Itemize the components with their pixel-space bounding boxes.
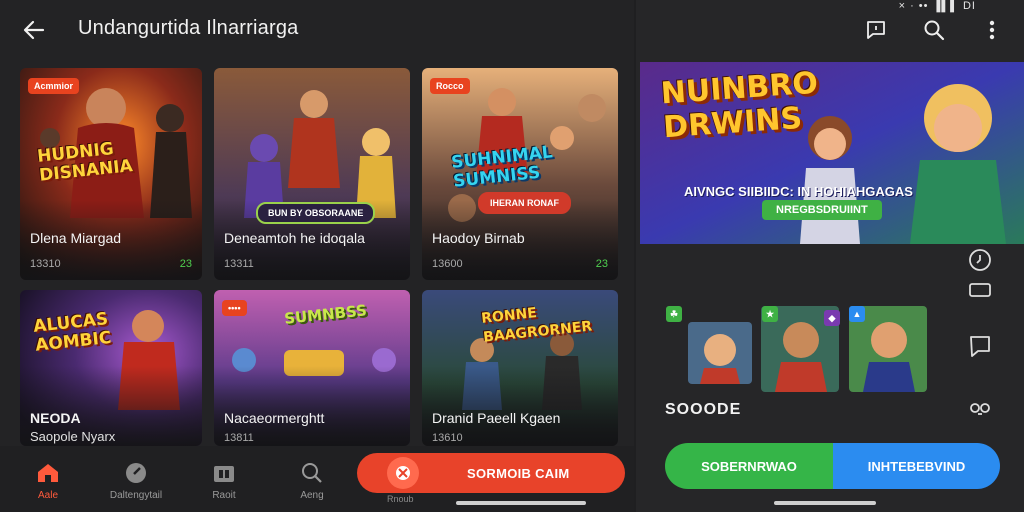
arrow-left-icon [23,20,45,40]
search-button[interactable] [918,14,950,46]
split-action-button: SOBERNRWAO INHTEBEBVIND [665,443,1000,489]
store-icon [211,460,237,486]
card-name: Nacaeormerghtt [224,410,325,426]
card-name: Deneamtoh he idoqala [224,230,365,246]
leaf-icon: ☘ [666,306,682,322]
card-pill: IHERAN RONAF [478,192,571,214]
chat-icon [867,21,885,39]
window-button[interactable] [964,276,996,304]
more-vertical-icon [989,20,995,40]
search-icon [299,460,325,486]
game-card[interactable]: Rocco SUHNIMAL SUMNISS IHERAN RONAF Haod… [422,68,618,280]
hero-subtitle: AIVNGC SIIBIIDC: IN HOHIAHGAGAS [684,184,913,199]
search-icon [924,20,945,41]
card-name: Haodoy Birnab [432,230,525,246]
game-card[interactable]: RONNE BAAGRORNER Dranid Paeell Kgaen 136… [422,290,618,446]
character-thumbnail[interactable] [688,322,752,384]
hero-title: NUINBRO DRWINS [660,66,822,146]
nav-label: Aeng [300,490,324,501]
group-icon [970,403,990,415]
group-button[interactable] [964,396,996,424]
top-actions [860,14,1008,46]
game-card[interactable]: BUN BY OBSORAANE Deneamtoh he idoqala 13… [214,68,410,280]
hero-pill: NREGBSDRUIINT [762,200,882,220]
top-app-bar: Undangurtida Ilnarriarga × · •• ▐▌▌ DI [0,0,1024,60]
home-indicator [774,501,876,505]
nav-label: Daltengytail [109,490,163,501]
claim-button[interactable]: SORMOIB CAIM [357,453,625,493]
app-title: Undangurtida Ilnarriarga [78,17,299,39]
card-name: Dranid Paeell Kgaen [432,410,561,426]
gift-icon [387,457,419,489]
window-icon [969,283,991,297]
secondary-action-button[interactable]: INHTEBEBVIND [833,443,1000,489]
gem-icon: ◆ [824,310,840,326]
star-icon: ★ [762,306,778,322]
compass-icon [123,460,149,486]
claim-button-label: SORMOIB CAIM [467,465,570,481]
hero-banner[interactable]: NUINBRO DRWINS AIVNGC SIIBIIDC: IN HOHIA… [640,62,1024,244]
back-button[interactable] [18,14,50,46]
card-badge: •••• [222,300,247,316]
card-meta-right: 23 [179,258,192,270]
nav-item-explore[interactable]: Daltengytail [96,460,176,501]
home-icon [35,460,61,486]
card-meta-right: 23 [595,258,608,270]
game-card[interactable]: Acmmior HUDNIG DISNANIA Dlena Miargad 13… [20,68,202,280]
card-meta: 13311 [224,258,254,270]
nav-item-store[interactable]: Raoit [184,460,264,501]
comment-icon [970,336,990,357]
card-name-secondary: Saopole Nyarx [30,429,116,444]
game-card[interactable]: ALUCAS AOMBIC NEODA Saopole Nyarx [20,290,202,446]
score-label: SOOODE [665,401,742,418]
nav-label: Raoit [212,490,236,501]
card-meta: 13811 [224,432,254,444]
nav-item-search[interactable]: Aeng [272,460,352,501]
timer-button[interactable] [964,246,996,274]
card-name: NEODA [30,410,81,426]
claim-sub-label: Rnoub [387,494,414,504]
clock-icon [969,249,991,271]
card-meta: 13600 [432,258,463,270]
character-art [688,322,752,384]
card-badge: Acmmior [28,78,80,94]
chat-button[interactable] [860,14,892,46]
home-indicator [456,501,586,505]
primary-action-button[interactable]: SOBERNRWAO [665,443,833,489]
card-pill: BUN BY OBSORAANE [256,202,376,224]
comment-button[interactable] [964,332,996,360]
shield-icon: ▲ [849,306,865,322]
nav-label: Aale [37,490,58,501]
card-meta: 13310 [30,258,61,270]
more-button[interactable] [976,14,1008,46]
game-card[interactable]: •••• SUMNBSS Nacaeormerghtt 13811 [214,290,410,446]
card-badge: Rocco [430,78,470,94]
card-name: Dlena Miargad [30,230,122,246]
nav-item-home[interactable]: Aale [8,460,88,501]
status-bar: × · •• ▐▌▌ DI [898,0,976,12]
card-meta: 13610 [432,432,463,444]
